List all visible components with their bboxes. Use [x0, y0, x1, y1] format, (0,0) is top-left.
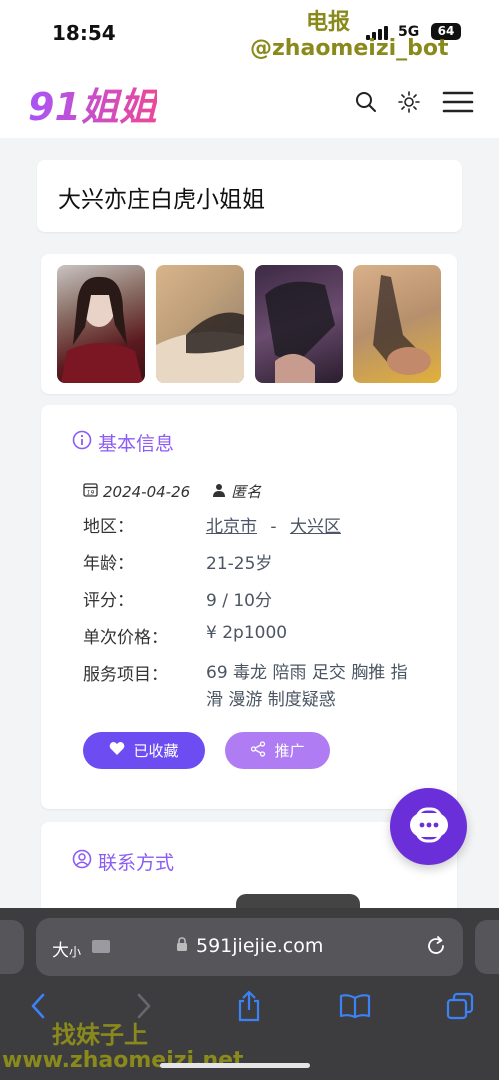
watermark-top-line1: 电报 [306, 10, 351, 35]
text-size-button[interactable]: 大小 [52, 936, 81, 961]
url-display[interactable]: 591jiejie.com [176, 935, 323, 957]
gallery-photo[interactable] [156, 265, 244, 383]
field-label-price: 单次价格： [83, 628, 168, 648]
favorite-label: 已收藏 [133, 742, 179, 760]
search-icon[interactable] [350, 86, 382, 118]
share-label: 推广 [274, 742, 305, 760]
favorite-button[interactable]: 已收藏 [83, 732, 205, 769]
site-header: 91姐姐 [0, 66, 499, 138]
basic-info-title: 基本信息 [98, 433, 175, 455]
basic-info-heading: 基本信息 [72, 429, 174, 456]
field-value-price: ¥ 2p1000 [206, 623, 288, 643]
field-label-rating: 评分： [83, 591, 134, 611]
post-title: 大兴亦庄白虎小姐姐 [58, 187, 265, 213]
extension-icon[interactable] [92, 940, 110, 953]
site-logo[interactable]: 91姐姐 [28, 76, 157, 131]
gallery-photo[interactable] [353, 265, 441, 383]
region-city-link[interactable]: 北京市 [206, 517, 257, 537]
info-icon [72, 430, 92, 455]
watermark-bottom-line2: www.zhaomeizi.net [2, 1048, 244, 1073]
tabs-icon[interactable] [444, 990, 476, 1022]
share-button[interactable]: 推广 [225, 732, 330, 769]
share-icon [250, 740, 266, 761]
heart-icon [109, 741, 125, 760]
previous-tab-peek[interactable] [0, 920, 24, 974]
post-meta: 19 2024-04-26 匿名 [83, 481, 261, 502]
region-separator: - [270, 517, 277, 537]
chat-fab-button[interactable] [390, 788, 467, 865]
field-value-age: 21-25岁 [206, 554, 273, 574]
svg-text:19: 19 [87, 490, 95, 497]
status-time: 18:54 [52, 21, 116, 45]
field-label-age: 年龄： [83, 554, 134, 574]
share-sheet-icon[interactable] [233, 990, 265, 1022]
field-value-region: 北京市 - 大兴区 [206, 512, 341, 537]
basic-info-card: 基本信息 19 2024-04-26 匿名 地区： 北京市 - 大兴区 年龄： … [41, 405, 457, 809]
contact-title: 联系方式 [98, 852, 175, 874]
post-date: 2024-04-26 [103, 482, 191, 501]
post-title-card: 大兴亦庄白虎小姐姐 [37, 160, 462, 232]
field-value-rating: 9 / 10分 [206, 591, 272, 611]
calendar-icon: 19 [83, 482, 98, 501]
bookmarks-icon[interactable] [339, 990, 371, 1022]
back-icon[interactable] [22, 990, 54, 1022]
gallery-photo[interactable] [255, 265, 343, 383]
user-icon [212, 483, 226, 501]
url-text: 591jiejie.com [196, 935, 324, 957]
field-value-services: 69 毒龙 陪雨 足交 胸推 指滑 漫游 制度疑惑 [206, 663, 408, 710]
photo-gallery [41, 254, 457, 394]
contact-heading: 联系方式 [72, 848, 174, 875]
field-label-services: 服务项目： [83, 665, 168, 685]
lock-icon [176, 935, 188, 957]
home-indicator[interactable] [160, 1063, 310, 1068]
post-author: 匿名 [231, 483, 262, 501]
reload-icon[interactable] [425, 935, 447, 961]
menu-icon[interactable] [440, 86, 476, 118]
watermark-bottom-line1: 找妹子上 [52, 1021, 148, 1049]
gallery-photo[interactable] [57, 265, 145, 383]
address-bar[interactable]: 大小 591jiejie.com [36, 918, 463, 976]
region-district-link[interactable]: 大兴区 [290, 517, 341, 537]
user-circle-icon [72, 849, 92, 874]
next-tab-peek[interactable] [475, 920, 499, 974]
watermark-top-line2: @zhaomeizi_bot [250, 36, 449, 61]
field-label-region: 地区： [83, 517, 134, 537]
theme-toggle-icon[interactable] [393, 86, 425, 118]
chat-icon [408, 807, 450, 847]
